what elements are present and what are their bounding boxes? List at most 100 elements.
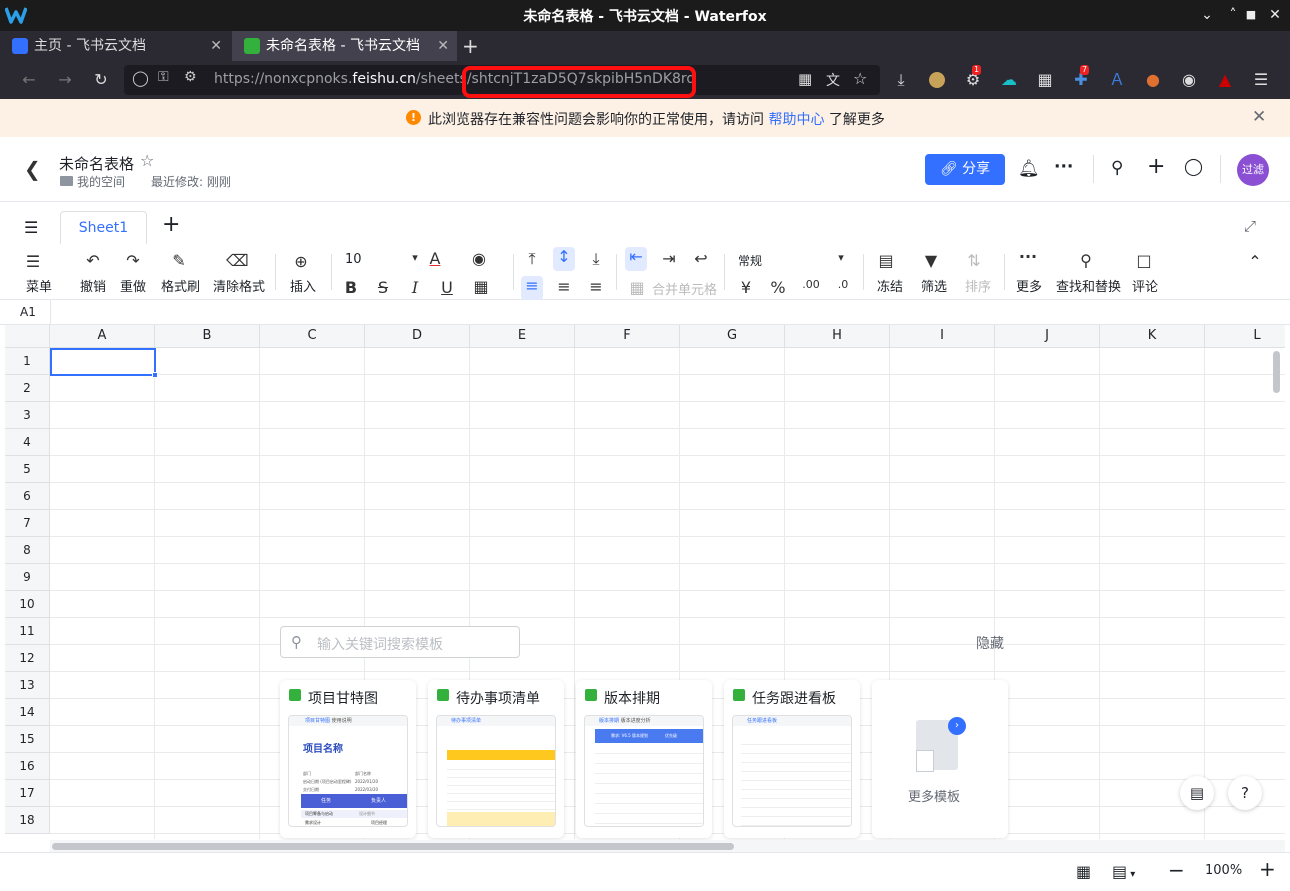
row-header-16[interactable]: 16 bbox=[5, 753, 50, 780]
back-icon[interactable]: ← bbox=[18, 69, 40, 91]
collapse-toolbar-icon[interactable]: ⌃ bbox=[1244, 252, 1266, 271]
favorite-star-icon[interactable]: ☆ bbox=[140, 151, 154, 170]
vertical-scrollbar[interactable] bbox=[1273, 351, 1280, 393]
lock-icon[interactable]: ⚿ bbox=[158, 69, 169, 85]
row-header-7[interactable]: 7 bbox=[5, 510, 50, 537]
row-header-9[interactable]: 9 bbox=[5, 564, 50, 591]
avatar[interactable]: 过滤 bbox=[1237, 154, 1269, 186]
filter-icon[interactable]: ▼ bbox=[920, 251, 942, 270]
format-painter-button[interactable]: 格式刷 bbox=[161, 276, 200, 295]
overflow-icon[interactable]: ⇤ bbox=[625, 247, 647, 271]
number-format-select[interactable]: 常规 bbox=[738, 252, 762, 269]
comment-icon[interactable]: □ bbox=[1133, 251, 1155, 270]
row-header-13[interactable]: 13 bbox=[5, 672, 50, 699]
template-search-input[interactable]: ⚲ 输入关键词搜索模板 bbox=[280, 626, 520, 658]
align-left-icon[interactable]: ≡ bbox=[521, 276, 543, 300]
tab-sheet[interactable]: 未命名表格 - 飞书云文档 ✕ bbox=[232, 31, 457, 61]
row-header-18[interactable]: 18 bbox=[5, 807, 50, 834]
wrap-icon[interactable]: ↩ bbox=[690, 249, 712, 268]
menu-icon[interactable]: ☰ bbox=[22, 252, 44, 271]
zoom-level[interactable]: 100% bbox=[1205, 863, 1242, 878]
permissions-icon[interactable]: ⚙ bbox=[184, 69, 197, 85]
row-header-10[interactable]: 10 bbox=[5, 591, 50, 618]
back-arrow-icon[interactable]: ❮ bbox=[24, 157, 41, 181]
font-size-select[interactable]: 10 bbox=[345, 252, 362, 267]
row-header-15[interactable]: 15 bbox=[5, 726, 50, 753]
grid-apps-icon[interactable]: ▦ bbox=[798, 70, 812, 88]
column-header-g[interactable]: G bbox=[680, 325, 785, 348]
extension-avatar-icon[interactable] bbox=[926, 69, 948, 91]
forward-icon[interactable]: → bbox=[54, 69, 76, 91]
menu-button[interactable]: 菜单 bbox=[26, 276, 52, 295]
row-header-12[interactable]: 12 bbox=[5, 645, 50, 672]
row-header-11[interactable]: 11 bbox=[5, 618, 50, 645]
layout-view-icon[interactable]: ▤ ▾ bbox=[1112, 862, 1135, 881]
freeze-icon[interactable]: ▤ bbox=[875, 251, 897, 270]
align-top-icon[interactable]: ⤒ bbox=[521, 249, 543, 269]
layers-icon[interactable]: ☰ bbox=[24, 218, 38, 237]
column-header-e[interactable]: E bbox=[470, 325, 575, 348]
help-icon[interactable]: ? bbox=[1228, 776, 1262, 810]
row-header-1[interactable]: 1 bbox=[5, 348, 50, 375]
more-button[interactable]: 更多 bbox=[1016, 276, 1042, 295]
add-sheet-icon[interactable]: + bbox=[162, 212, 180, 237]
space-label[interactable]: 我的空间 bbox=[77, 173, 125, 190]
sheet-tab-sheet1[interactable]: Sheet1 bbox=[60, 211, 147, 244]
undo-icon[interactable]: ↶ bbox=[82, 251, 104, 270]
extension-robot-icon[interactable]: ⚙ 1 bbox=[962, 65, 984, 91]
cloud-icon[interactable]: ☁ bbox=[998, 69, 1020, 91]
align-right-icon[interactable]: ≡ bbox=[585, 277, 607, 296]
comment-button[interactable]: 评论 bbox=[1132, 276, 1158, 295]
row-header-5[interactable]: 5 bbox=[5, 456, 50, 483]
redo-icon[interactable]: ↷ bbox=[122, 251, 144, 270]
hamburger-menu-icon[interactable]: ☰ bbox=[1250, 69, 1272, 91]
align-middle-icon[interactable]: ↕ bbox=[553, 247, 575, 271]
column-header-j[interactable]: J bbox=[995, 325, 1100, 348]
freeze-button[interactable]: 冻结 bbox=[877, 276, 903, 295]
banner-close-icon[interactable]: ✕ bbox=[1252, 107, 1266, 127]
ublock-icon[interactable]: ▲ bbox=[1214, 69, 1236, 91]
column-header-i[interactable]: I bbox=[890, 325, 995, 348]
translate-icon[interactable]: 文 bbox=[826, 70, 840, 90]
row-header-17[interactable]: 17 bbox=[5, 780, 50, 807]
align-bottom-icon[interactable]: ⤓ bbox=[585, 249, 607, 269]
row-header-3[interactable]: 3 bbox=[5, 402, 50, 429]
bell-icon[interactable]: 🔔︎ bbox=[1018, 159, 1040, 179]
close-window-button[interactable]: ✕ bbox=[1264, 4, 1286, 26]
clear-format-button[interactable]: 清除格式 bbox=[213, 276, 265, 295]
expand-icon[interactable]: ⤢ bbox=[1244, 217, 1256, 235]
maximize-button[interactable]: ■ bbox=[1240, 4, 1262, 26]
currency-icon[interactable]: ¥ bbox=[735, 278, 757, 297]
doc-title[interactable]: 未命名表格 bbox=[59, 153, 134, 174]
column-header-k[interactable]: K bbox=[1100, 325, 1205, 348]
template-card-release[interactable]: 版本排期 版本排期 版本进度分析 需求: V6.5 版本规划 优先级 bbox=[576, 680, 712, 838]
extension-plus-icon[interactable]: ✚ 7 bbox=[1070, 65, 1092, 91]
horizontal-scroll-track[interactable] bbox=[50, 840, 1285, 852]
column-header-b[interactable]: B bbox=[155, 325, 260, 348]
new-tab-button[interactable]: + bbox=[462, 34, 479, 58]
chevron-down-icon[interactable]: ▾ bbox=[404, 251, 426, 264]
filter-button[interactable]: 筛选 bbox=[921, 276, 947, 295]
strikethrough-icon[interactable]: S bbox=[372, 278, 394, 297]
insert-button[interactable]: 插入 bbox=[290, 276, 316, 295]
column-header-h[interactable]: H bbox=[785, 325, 890, 348]
redo-button[interactable]: 重做 bbox=[120, 276, 146, 295]
template-card-gantt[interactable]: 项目甘特图 项目甘特图 使用说明 项目名称 部门 部门名称 启动日期 (项目启动里… bbox=[280, 680, 416, 838]
column-header-d[interactable]: D bbox=[365, 325, 470, 348]
tab-home[interactable]: 主页 - 飞书云文档 ✕ bbox=[0, 31, 230, 61]
download-icon[interactable]: ⤓ bbox=[890, 69, 912, 91]
template-card-todo[interactable]: 待办事项清单 待办事项清单 bbox=[428, 680, 564, 838]
italic-icon[interactable]: I bbox=[404, 278, 426, 297]
find-replace-icon[interactable]: ⚲ bbox=[1075, 251, 1097, 270]
shield-icon[interactable]: ◯ bbox=[132, 69, 149, 87]
extension-grid-icon[interactable]: ▦ bbox=[1034, 69, 1056, 91]
eraser-icon[interactable]: ⌫ bbox=[226, 251, 249, 270]
more-dots-icon[interactable]: ··· bbox=[1054, 157, 1073, 177]
reload-icon[interactable]: ↻ bbox=[90, 69, 112, 91]
hide-templates-button[interactable]: 隐藏 bbox=[976, 633, 1004, 653]
decrease-decimal-icon[interactable]: .0 bbox=[832, 278, 854, 291]
align-center-icon[interactable]: ≡ bbox=[553, 277, 575, 296]
grid-view-icon[interactable]: ▦ bbox=[1076, 862, 1091, 881]
border-icon[interactable]: ▦ bbox=[470, 277, 492, 296]
cell-reference[interactable]: A1 bbox=[20, 305, 36, 319]
